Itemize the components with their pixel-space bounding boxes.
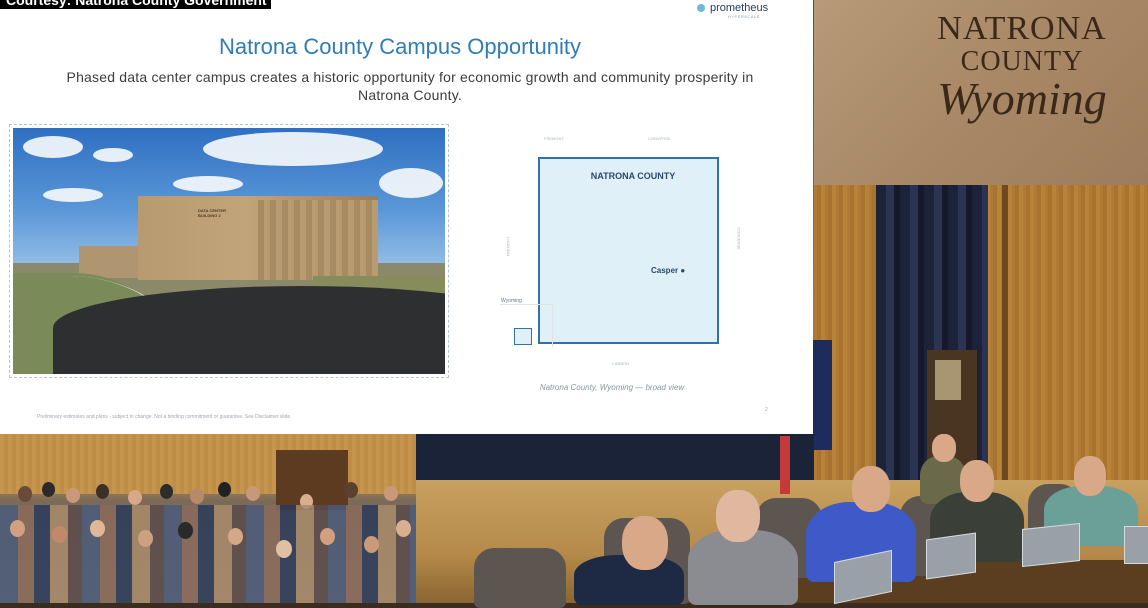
logo-name: prometheus — [710, 2, 769, 14]
cloud — [43, 188, 103, 202]
state-inset-county — [514, 328, 532, 345]
map-neighbor-label: FREMONT — [505, 236, 511, 257]
commissioner-face — [622, 516, 668, 570]
map-neighbor-label: FREMONT — [544, 136, 564, 141]
city-label: Casper — [651, 266, 679, 275]
building-sign: DATA CENTER BUILDING 2 — [198, 208, 226, 218]
slide-page-number: 2 — [765, 407, 768, 413]
chair — [474, 548, 566, 608]
logo-subtitle: HYPERSCALE — [728, 14, 760, 19]
flag — [812, 340, 832, 450]
doorway-light — [935, 360, 961, 400]
commissioner-face — [852, 466, 890, 512]
officer-face — [932, 434, 956, 462]
cloud — [173, 176, 243, 192]
map-caption: Natrona County, Wyoming — broad view — [539, 383, 685, 392]
presentation-slide: prometheus HYPERSCALE Natrona County Cam… — [0, 0, 813, 434]
county-crest-text: NATRONA COUNTY Wyoming — [917, 12, 1127, 122]
courtesy-caption: Courtesy: Natrona County Government — [0, 0, 271, 9]
map-neighbor-label: CARBON — [612, 361, 630, 366]
crest-line-1: NATRONA — [937, 10, 1107, 47]
map-neighbor-label: CONVERSE — [736, 227, 742, 250]
dais-curtain — [416, 434, 814, 484]
city-marker: Casper ● — [651, 266, 685, 275]
wood-seam — [1002, 185, 1008, 485]
slide-title: Natrona County Campus Opportunity — [219, 34, 581, 59]
data-center-wing — [258, 200, 378, 280]
state-label: Wyoming — [501, 298, 522, 304]
logo-mark-icon — [697, 4, 705, 12]
laptop — [926, 532, 976, 580]
crest-line-3: Wyoming — [937, 73, 1107, 124]
commissioner-face — [960, 460, 994, 502]
us-flag — [780, 436, 790, 494]
cloud — [379, 168, 443, 198]
commissioner-face — [1074, 456, 1106, 496]
county-label: NATRONA COUNTY — [590, 171, 676, 181]
cloud — [23, 136, 83, 158]
laptop — [1022, 522, 1080, 568]
slide-disclaimer: Preliminary estimates and plans - subjec… — [37, 414, 292, 420]
data-center-photo: DATA CENTER BUILDING 2 — [9, 124, 449, 378]
cloud — [93, 148, 133, 162]
crest-line-2: COUNTY — [960, 46, 1084, 77]
company-logo: prometheus — [697, 2, 768, 14]
map-neighbor-label: CONVERSE — [648, 136, 671, 141]
county-shape — [538, 157, 719, 344]
commissioner-face — [716, 490, 760, 542]
city-dot-icon: ● — [680, 266, 686, 275]
slide-subtitle: Phased data center campus creates a hist… — [66, 69, 754, 103]
cloud — [203, 132, 383, 166]
laptop — [1124, 526, 1148, 564]
